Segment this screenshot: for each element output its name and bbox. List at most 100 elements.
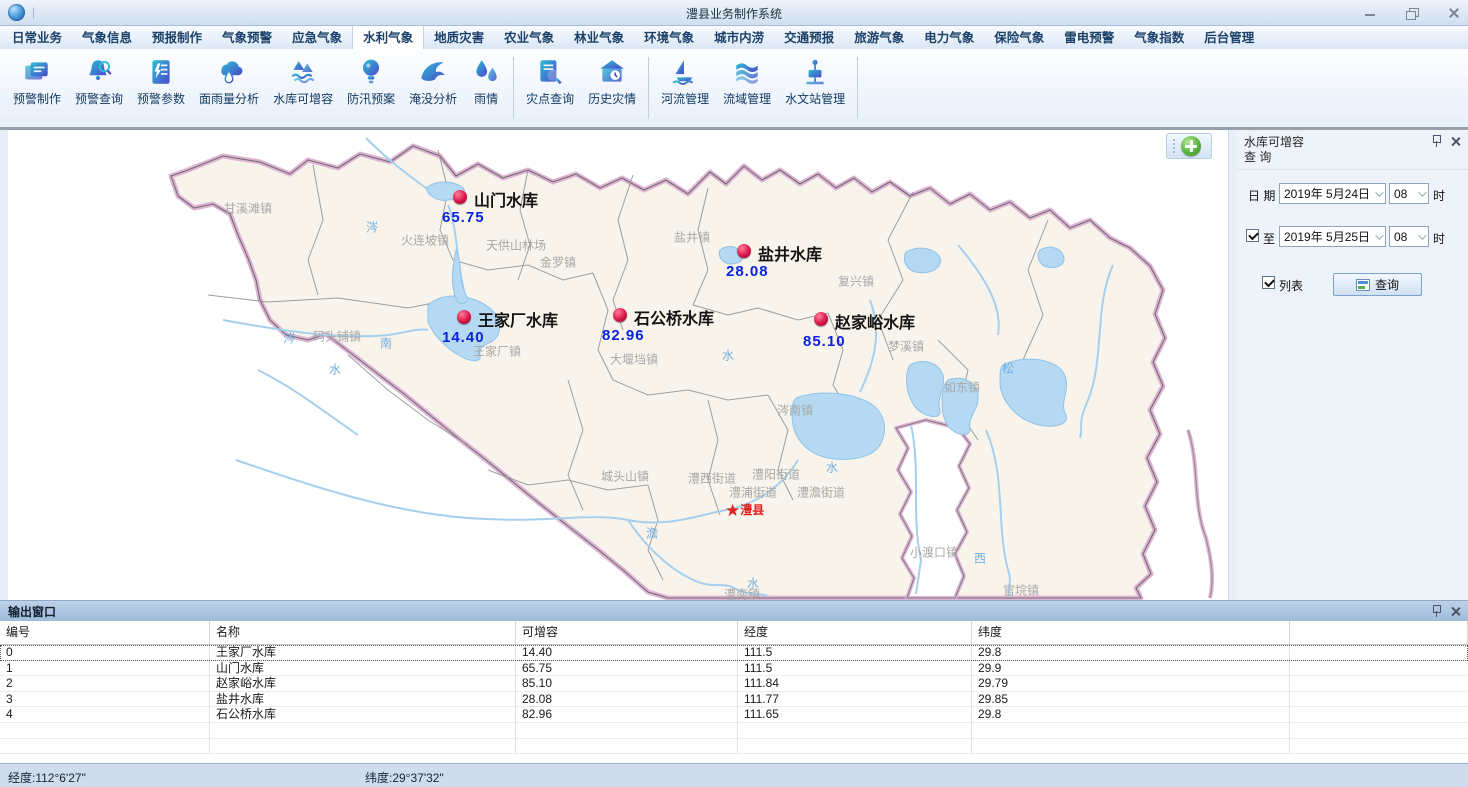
column-header[interactable]: 名称 [210, 621, 516, 644]
date-from-value: 2019年 5月24日 [1284, 185, 1370, 202]
tab-emergency-weather[interactable]: 应急气象 [282, 23, 352, 49]
map-town-label: 火连坡镇 [401, 232, 449, 249]
table-row[interactable]: 2 赵家峪水库 85.10 111.84 29.79 [0, 676, 1468, 692]
to-checkbox[interactable] [1246, 229, 1259, 242]
drag-grip-icon[interactable] [1172, 138, 1176, 154]
toolbar-label: 水库可增容 [273, 90, 333, 107]
table-row[interactable]: 4 石公桥水库 82.96 111.65 29.8 [0, 707, 1468, 723]
hour-from-select[interactable]: 08 [1389, 183, 1429, 204]
menu-bar: 日常业务 气象信息 预报制作 气象预警 应急气象 水利气象 地质灾害 农业气象 … [0, 26, 1468, 49]
tab-insurance-weather[interactable]: 保险气象 [984, 23, 1054, 49]
panel-splitter[interactable] [1228, 130, 1236, 600]
areal-rain-analysis-button[interactable]: 面雨量分析 [192, 54, 266, 110]
table-row[interactable]: 1 山门水库 65.75 111.5 29.9 [0, 661, 1468, 677]
star-icon: ★ [725, 501, 740, 520]
tab-forecast-make[interactable]: 预报制作 [142, 23, 212, 49]
table-cell: 盐井水库 [210, 692, 516, 707]
tab-urban-flood[interactable]: 城市内涝 [704, 23, 774, 49]
table-row-empty[interactable] [0, 723, 1468, 739]
table-header-row: 编号 名称 可增容 经度 纬度 [0, 621, 1468, 645]
rain-info-button[interactable]: 雨情 [464, 54, 508, 110]
column-header[interactable]: 可增容 [516, 621, 738, 644]
zoom-in-button[interactable] [1181, 136, 1201, 156]
reservoir-marker[interactable] [814, 312, 828, 326]
basin-mgmt-button[interactable]: 流域管理 [716, 54, 778, 110]
close-button[interactable] [1446, 6, 1462, 20]
date-from-select[interactable]: 2019年 5月24日 [1279, 183, 1386, 204]
toolbar-label: 流域管理 [723, 90, 771, 107]
table-cell: 85.10 [516, 676, 738, 691]
map-town-label: 涔南镇 [777, 402, 813, 419]
hour-suffix-label: 时 [1433, 187, 1445, 204]
reservoir-marker[interactable] [737, 244, 751, 258]
table-cell: 3 [0, 692, 210, 707]
flood-plan-button[interactable]: 防汛预案 [340, 54, 402, 110]
map-town-label: 梦溪镇 [888, 338, 924, 355]
reservoir-marker[interactable] [457, 310, 471, 324]
query-button[interactable]: 查询 [1333, 273, 1422, 296]
column-header[interactable]: 经度 [738, 621, 972, 644]
warning-query-button[interactable]: 预警查询 [68, 54, 130, 110]
toolbar-separator [857, 57, 858, 119]
close-output-icon[interactable] [1450, 606, 1461, 617]
map-town-label: 官垸镇 [1003, 582, 1039, 599]
river-char: 水 [826, 459, 838, 476]
reservoir-name-label: 盐井水库 [758, 241, 822, 265]
table-cell [516, 739, 738, 754]
column-header[interactable]: 纬度 [972, 621, 1290, 644]
reservoir-marker[interactable] [613, 308, 627, 322]
map-view[interactable]: 甘溪滩镇 火连坡镇 天供山林场 金罗镇 盐井镇 复兴镇 码头铺镇 王家厂镇 梦溪… [8, 130, 1228, 600]
tab-env-weather[interactable]: 环境气象 [634, 23, 704, 49]
list-label: 列表 [1279, 277, 1303, 294]
tab-tourism-weather[interactable]: 旅游气象 [844, 23, 914, 49]
app-window: | 澧县业务制作系统 日常业务 气象信息 预报制作 气象预警 应急气象 水利气象… [0, 0, 1468, 787]
tab-hydro-weather[interactable]: 水利气象 [352, 22, 424, 49]
tab-weather-info[interactable]: 气象信息 [72, 23, 142, 49]
map-mini-toolbar [1166, 133, 1212, 159]
table-row-empty[interactable] [0, 739, 1468, 755]
toolbar-label: 预警查询 [75, 90, 123, 107]
tab-lightning-warning[interactable]: 雷电预警 [1054, 23, 1124, 49]
date-to-select[interactable]: 2019年 5月25日 [1279, 226, 1386, 247]
tab-weather-index[interactable]: 气象指数 [1124, 23, 1194, 49]
table-cell [738, 723, 972, 738]
disaster-history-button[interactable]: 历史灾情 [581, 54, 643, 110]
areal-rain-icon [214, 57, 244, 87]
tab-daily-ops[interactable]: 日常业务 [2, 23, 72, 49]
tab-weather-warning[interactable]: 气象预警 [212, 23, 282, 49]
reservoir-capacity-button[interactable]: 水库可增容 [266, 54, 340, 110]
table-cell: 29.8 [972, 707, 1290, 722]
tab-agri-weather[interactable]: 农业气象 [494, 23, 564, 49]
warning-make-button[interactable]: 预警制作 [6, 54, 68, 110]
warning-params-button[interactable]: 预警参数 [130, 54, 192, 110]
table-cell [210, 739, 516, 754]
disaster-point-query-button[interactable]: 灾点查询 [519, 54, 581, 110]
maximize-button[interactable] [1404, 6, 1420, 20]
minimize-button[interactable] [1362, 6, 1378, 20]
inundation-analysis-button[interactable]: 淹没分析 [402, 54, 464, 110]
left-gutter [0, 130, 8, 600]
column-header[interactable]: 编号 [0, 621, 210, 644]
output-title-bar: 输出窗口 [0, 600, 1468, 621]
table-cell: 山门水库 [210, 661, 516, 676]
reservoir-marker[interactable] [453, 190, 467, 204]
list-checkbox[interactable] [1262, 276, 1275, 289]
pin-icon[interactable] [1431, 605, 1441, 617]
tab-traffic-forecast[interactable]: 交通预报 [774, 23, 844, 49]
tab-backend-admin[interactable]: 后台管理 [1194, 23, 1264, 49]
close-panel-icon[interactable] [1450, 136, 1461, 147]
map-town-label: 澧阳街道 [752, 466, 800, 483]
hour-to-select[interactable]: 08 [1389, 226, 1429, 247]
reservoir-capacity-panel: 水库可增容 查 询 日 期 2019年 5月24日 08 时 至 [1236, 130, 1468, 600]
table-cell [972, 723, 1290, 738]
table-row[interactable]: 0 王家厂水库 14.40 111.5 29.8 [0, 645, 1468, 661]
hydro-station-mgmt-button[interactable]: 水文站管理 [778, 54, 852, 110]
tab-power-weather[interactable]: 电力气象 [914, 23, 984, 49]
table-cell: 29.85 [972, 692, 1290, 707]
tab-geo-disaster[interactable]: 地质灾害 [424, 23, 494, 49]
table-row[interactable]: 3 盐井水库 28.08 111.77 29.85 [0, 692, 1468, 708]
pin-icon[interactable] [1431, 135, 1441, 147]
query-icon [1356, 279, 1370, 291]
tab-forestry-weather[interactable]: 林业气象 [564, 23, 634, 49]
river-mgmt-button[interactable]: 河流管理 [654, 54, 716, 110]
